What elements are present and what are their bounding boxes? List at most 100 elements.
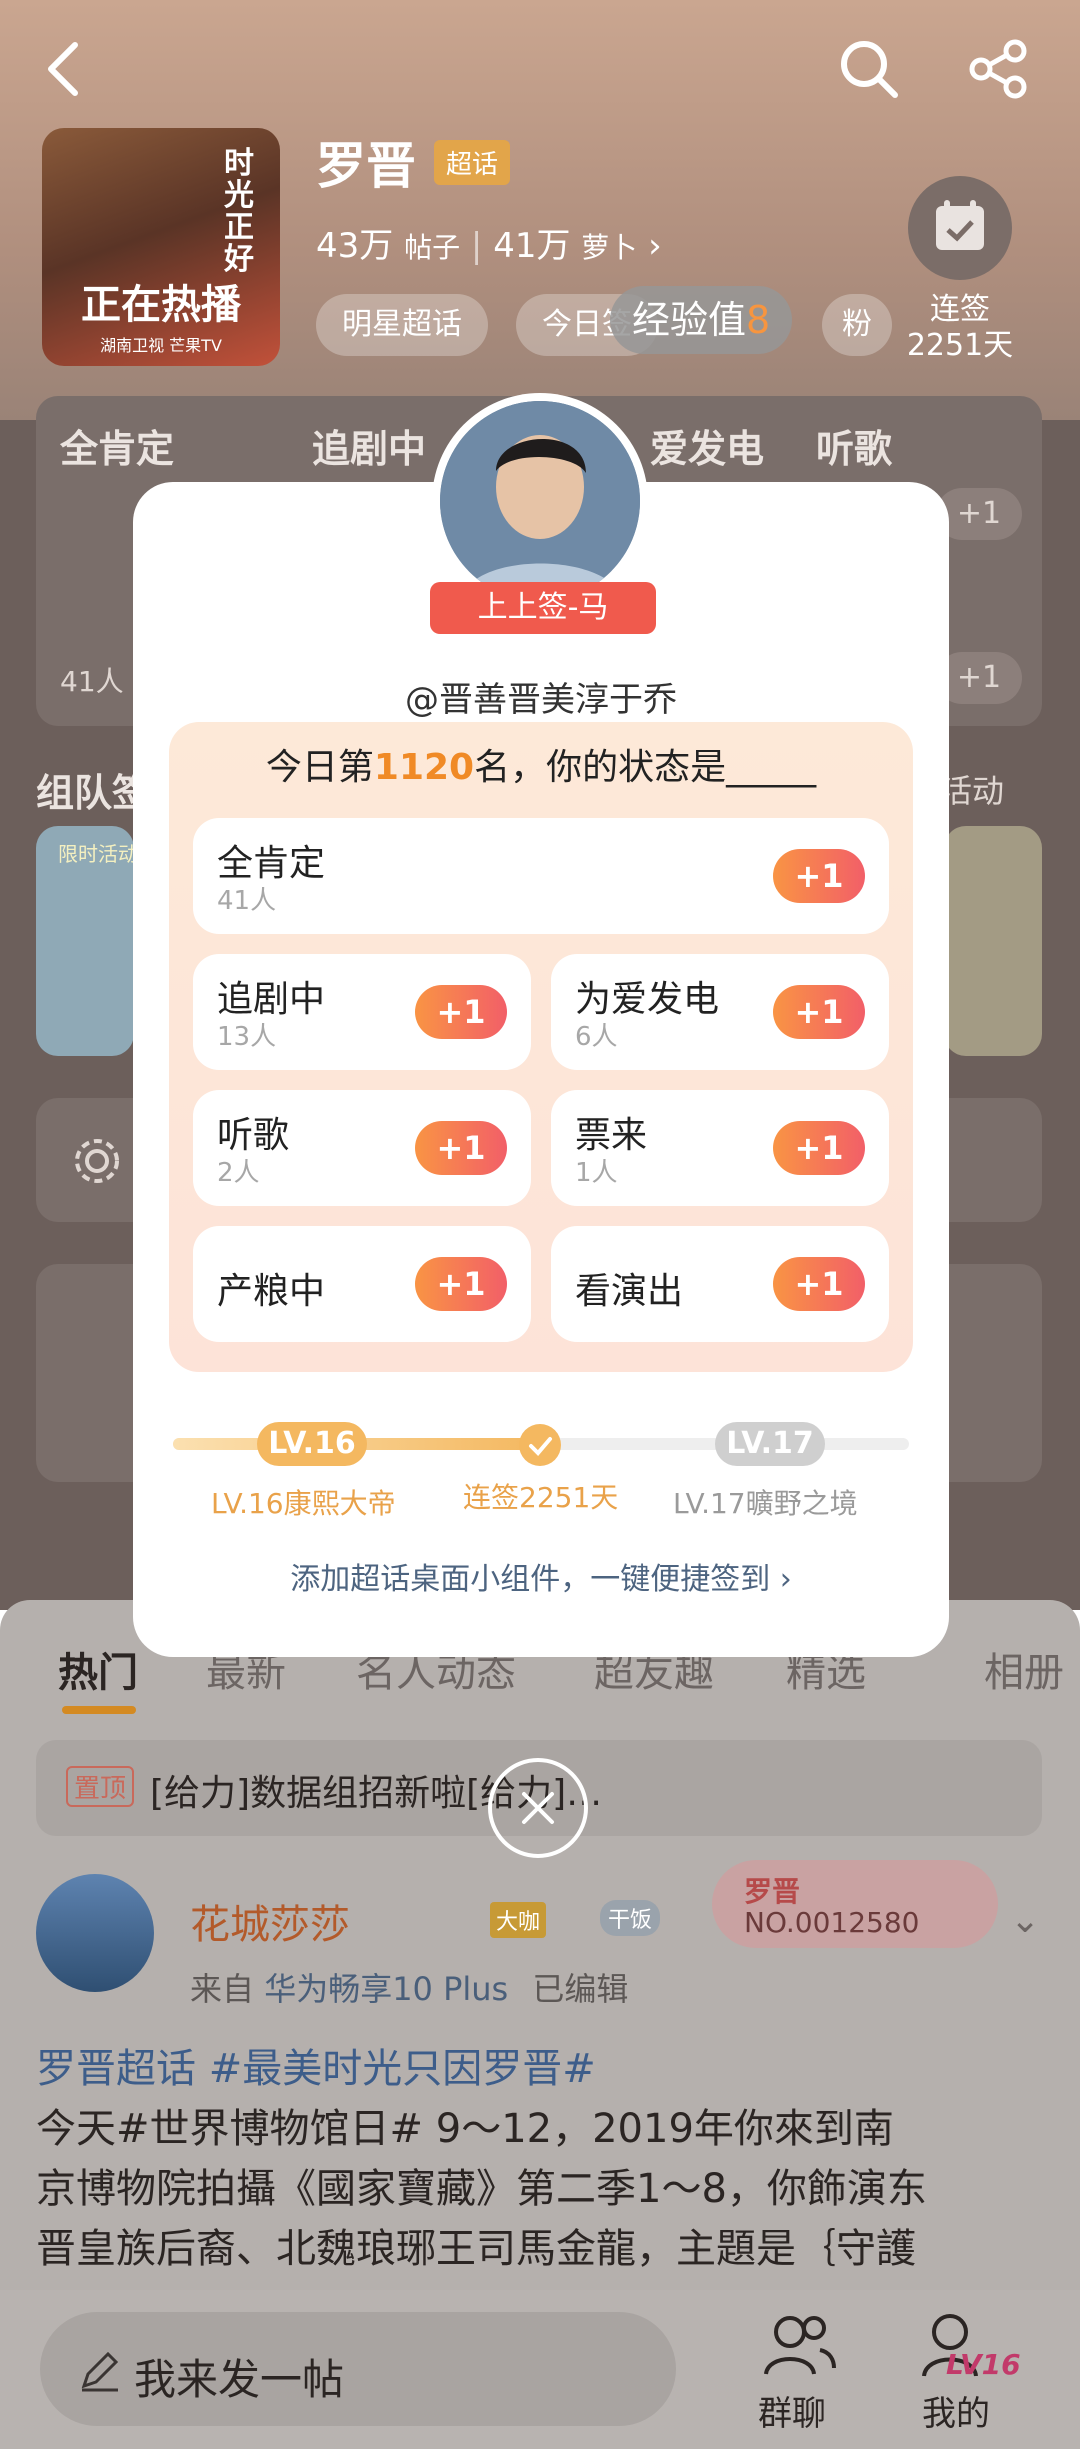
bg-cat-1: 全肯定	[60, 427, 175, 471]
cover-sub-text: 湖南卫视 芒果TV	[100, 336, 222, 355]
rank-line: 今日第1120名，你的状态是_____	[169, 738, 913, 790]
bg-people: 41人	[60, 665, 124, 698]
status-picker: 今日第1120名，你的状态是_____ 全肯定 41人 +1 追剧中 13人 +…	[169, 722, 913, 1372]
plus-one-button[interactable]: +1	[773, 1257, 865, 1311]
profile-level-badge: LV16	[946, 2348, 1021, 2381]
status-option-drama[interactable]: 追剧中 13人 +1	[193, 954, 531, 1070]
widget-link-text: 添加超话桌面小组件，一键便捷签到	[290, 1562, 771, 1597]
plus-one-button[interactable]: +1	[773, 985, 865, 1039]
option-name: 全肯定	[217, 843, 326, 884]
author-tag-vip: 大咖	[490, 1902, 547, 1938]
cover-main-text: 正在热播	[81, 282, 241, 328]
exp-toast-number: 8	[746, 298, 771, 342]
option-count: 1人	[575, 1158, 618, 1188]
plus-one-button[interactable]: +1	[415, 1257, 507, 1311]
option-name: 追剧中	[217, 979, 326, 1020]
cover-image[interactable]: 时光正好 正在热播 湖南卫视 芒果TV	[42, 128, 280, 366]
post-source: 来自 华为畅享10 Plus 已编辑	[190, 1964, 628, 2010]
stats-row[interactable]: 43万 帖子 | 41万 萝卜 ›	[316, 218, 662, 267]
sign-streak-label: 连签2251天	[463, 1481, 619, 1514]
tag-fans[interactable]: 粉	[822, 294, 892, 356]
dialog-username: @晋善晋美淳于乔	[405, 680, 677, 720]
tab-hot[interactable]: 热门	[58, 1640, 138, 1698]
widget-link[interactable]: 添加超话桌面小组件，一键便捷签到 ›	[133, 1554, 949, 1598]
tab-album[interactable]: 相册	[984, 1640, 1064, 1698]
post-text-line-2: 今天#世界博物馆日# 9～12，2019年你來到南	[36, 2106, 894, 2152]
level-current-pill: LV.16	[257, 1422, 367, 1466]
option-name: 产粮中	[217, 1271, 326, 1312]
level-current-name: LV.16康熙大帝	[211, 1487, 396, 1520]
post-text-line-4: 晋皇族后裔、北魏琅琊王司馬金龍，主題是｛守護	[36, 2226, 916, 2272]
sign-days: 2251天	[906, 328, 1014, 363]
level-next-pill: LV.17	[715, 1422, 825, 1466]
fans-label: 萝卜	[581, 231, 638, 264]
bg-activity-link[interactable]: 活动	[940, 766, 1004, 812]
option-name: 为爱发电	[575, 979, 720, 1020]
status-option-concert[interactable]: 看演出 +1	[551, 1226, 889, 1342]
chevron-right-icon: ›	[648, 226, 662, 266]
settings-icon	[70, 1134, 124, 1192]
search-icon[interactable]	[834, 34, 904, 104]
portrait-image	[440, 401, 640, 601]
author-tag-eat: 干饭	[600, 1900, 661, 1936]
level-next-name: LV.17曠野之境	[673, 1487, 858, 1520]
page-title: 罗晋	[316, 137, 416, 195]
status-option-ticket[interactable]: 票来 1人 +1	[551, 1090, 889, 1206]
status-option-music[interactable]: 听歌 2人 +1	[193, 1090, 531, 1206]
post-text-line-3: 京博物院拍攝《國家寶藏》第二季1～8，你飾演东	[36, 2166, 927, 2212]
chevron-down-icon[interactable]: ⌄	[1010, 1900, 1040, 1941]
plus-one-button[interactable]: +1	[415, 1121, 507, 1175]
mine-label[interactable]: 我的	[922, 2386, 990, 2435]
cover-side-text: 时光正好	[224, 146, 254, 277]
author-name[interactable]: 花城莎莎	[190, 1892, 350, 1950]
exp-toast-label: 经验值	[632, 298, 747, 342]
author-avatar[interactable]	[36, 1874, 154, 1992]
sign-label: 连签	[930, 292, 990, 327]
sign-in-button[interactable]	[908, 176, 1012, 280]
bg-cat-2: 追剧中	[312, 427, 427, 471]
post-topic-line[interactable]: 罗晋超话 #最美时光只因罗晋#	[36, 2036, 596, 2094]
chevron-right-icon: ›	[779, 1562, 792, 1597]
close-button[interactable]	[488, 1758, 588, 1858]
rank-prefix: 今日第	[265, 747, 374, 788]
fortune-ribbon: 上上签-马	[430, 582, 656, 634]
source-device[interactable]: 华为畅享10 Plus	[264, 1970, 508, 2008]
option-count: 13人	[217, 1022, 277, 1052]
bg-limited-label: 限时活动	[58, 842, 138, 866]
sign-streak: 连签 2251天	[904, 292, 1016, 364]
option-name: 听歌	[217, 1115, 290, 1156]
plus-one-button[interactable]: +1	[773, 849, 865, 903]
rank-suffix: 名，你的状态是_____	[474, 747, 817, 788]
option-name: 票来	[575, 1115, 648, 1156]
rank-number: 1120	[373, 747, 475, 788]
status-option-create[interactable]: 产粮中 +1	[193, 1226, 531, 1342]
bg-cat-4: 听歌	[816, 427, 893, 471]
option-name: 看演出	[575, 1271, 684, 1312]
fan-badge-number: NO.0012580	[744, 1906, 920, 1939]
close-icon	[522, 1792, 554, 1824]
option-count: 41人	[217, 886, 277, 916]
edited-label: 已编辑	[532, 1970, 629, 2008]
plus-one-button[interactable]: +1	[773, 1121, 865, 1175]
calendar-check-icon	[936, 200, 984, 250]
option-count: 2人	[217, 1158, 260, 1188]
tab-indicator	[62, 1706, 136, 1714]
check-circle-icon	[519, 1424, 561, 1466]
status-option-all-praise[interactable]: 全肯定 41人 +1	[193, 818, 889, 934]
group-chat-icon[interactable]	[760, 2310, 838, 2384]
tag-star-topic[interactable]: 明星超话	[316, 294, 488, 356]
compose-label: 我来发一帖	[134, 2355, 345, 2404]
fans-count: 41万	[493, 226, 571, 266]
group-chat-label[interactable]: 群聊	[758, 2386, 826, 2435]
user-avatar[interactable]	[432, 393, 648, 609]
exp-toast: 经验值8	[610, 286, 793, 354]
option-count: 6人	[575, 1022, 618, 1052]
plus-one-button[interactable]: +1	[415, 985, 507, 1039]
status-option-love[interactable]: 为爱发电 6人 +1	[551, 954, 889, 1070]
back-icon[interactable]	[28, 34, 98, 104]
pinned-badge: 置顶	[66, 1766, 135, 1807]
share-icon[interactable]	[964, 34, 1034, 104]
bg-activity-card-right	[944, 826, 1042, 1056]
supertopic-badge: 超话	[434, 140, 511, 185]
sign-in-dialog: @晋善晋美淳于乔 今日第1120名，你的状态是_____ 全肯定 41人 +1 …	[133, 482, 949, 1657]
